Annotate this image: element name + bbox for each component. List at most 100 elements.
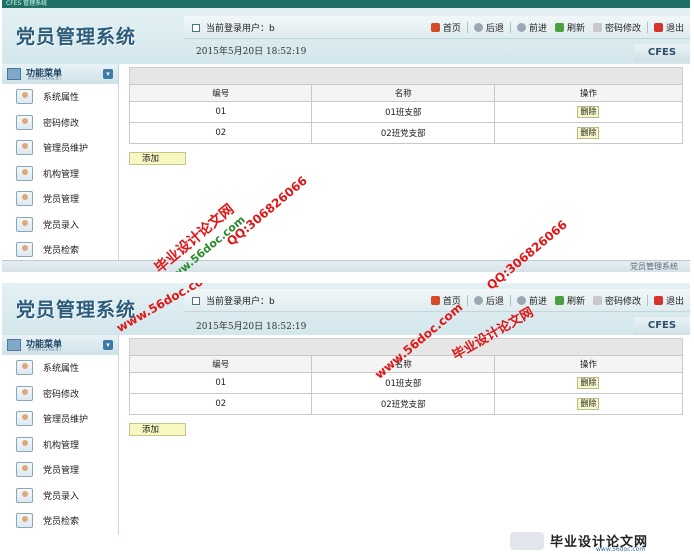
person-icon bbox=[16, 140, 33, 156]
sidebar-item-label: 党员录入 bbox=[43, 491, 80, 502]
forward-arrow-icon bbox=[516, 296, 526, 305]
person-icon bbox=[16, 513, 33, 529]
menu-header-sub: MANAGEMENT bbox=[28, 347, 62, 352]
sidebar-item-member-entry[interactable]: 党员录入 bbox=[2, 483, 118, 509]
cell-id: 01 bbox=[128, 101, 313, 123]
sidebar-item-member-search[interactable]: 党员检索 bbox=[2, 237, 118, 260]
forward-label: 前进 bbox=[528, 24, 547, 34]
cell-action: 删除 bbox=[493, 393, 684, 415]
delete-button[interactable]: 删除 bbox=[577, 127, 600, 139]
sidebar-item-system-properties[interactable]: 系统属性 bbox=[2, 84, 118, 110]
sidebar-item-orgs[interactable]: 机构管理 bbox=[2, 161, 118, 187]
sidebar-item-member-entry[interactable]: 党员录入 bbox=[2, 212, 118, 238]
home-label: 首页 bbox=[442, 24, 461, 34]
sidebar-item-password[interactable]: 密码修改 bbox=[2, 381, 118, 407]
sidebar-item-label: 党员管理 bbox=[43, 195, 80, 206]
sidebar-item-label: 党员管理 bbox=[43, 466, 80, 477]
sidebar-item-label: 密码修改 bbox=[43, 389, 80, 400]
logout-button[interactable]: 退出 bbox=[652, 293, 686, 308]
cell-id: 02 bbox=[128, 393, 313, 415]
footer-site-url: www.56doc.com bbox=[596, 546, 646, 553]
back-button[interactable]: 后退 bbox=[472, 293, 506, 308]
sidebar-menu: 功能菜单 MANAGEMENT ▾ 系统属性 密码修改 管理员维护 机构管理 党… bbox=[2, 335, 119, 535]
back-button[interactable]: 后退 bbox=[472, 20, 506, 35]
home-button[interactable]: 首页 bbox=[429, 20, 463, 35]
column-header-name: 名称 bbox=[311, 84, 495, 102]
sidebar-item-members[interactable]: 党员管理 bbox=[2, 457, 118, 483]
refresh-button[interactable]: 刷新 bbox=[553, 293, 587, 308]
branch-table: 编号 名称 操作 01 01班支部 删除 02 02班党支部 删除 bbox=[128, 84, 684, 144]
table-header-row: 编号 名称 操作 bbox=[128, 84, 684, 102]
sidebar-item-label: 密码修改 bbox=[43, 118, 80, 129]
home-label: 首页 bbox=[442, 297, 461, 307]
app-window-top: CFES 管理系统 党员管理系统 当前登录用户：b 首页 后退 前进 刷新 密码… bbox=[2, 0, 690, 272]
sidebar-item-admins[interactable]: 管理员维护 bbox=[2, 406, 118, 432]
sidebar-item-label: 管理员维护 bbox=[43, 415, 89, 426]
forward-button[interactable]: 前进 bbox=[515, 293, 549, 308]
refresh-icon bbox=[554, 23, 564, 32]
cell-name: 02班党支部 bbox=[311, 393, 495, 415]
toolbar: 首页 后退 前进 刷新 密码修改 退出 bbox=[429, 20, 686, 35]
key-icon bbox=[592, 23, 602, 32]
person-icon bbox=[16, 360, 33, 376]
column-header-name: 名称 bbox=[311, 355, 495, 373]
logout-label: 退出 bbox=[665, 24, 684, 34]
table-row: 02 02班党支部 删除 bbox=[128, 393, 684, 415]
main-content: 编号 名称 操作 01 01班支部 删除 02 02班党支部 删除 添加 bbox=[122, 335, 690, 535]
menu-header[interactable]: 功能菜单 MANAGEMENT ▾ bbox=[2, 335, 118, 355]
column-header-id: 编号 bbox=[128, 84, 313, 102]
delete-button[interactable]: 删除 bbox=[577, 106, 600, 118]
toolbar-separator bbox=[646, 22, 648, 33]
person-icon bbox=[16, 436, 33, 452]
system-title: 党员管理系统 bbox=[16, 26, 137, 48]
sidebar-item-label: 管理员维护 bbox=[43, 144, 89, 155]
column-header-action: 操作 bbox=[493, 355, 684, 373]
sidebar-item-orgs[interactable]: 机构管理 bbox=[2, 432, 118, 458]
person-icon bbox=[16, 191, 33, 207]
person-icon bbox=[16, 411, 33, 427]
password-label: 密码修改 bbox=[604, 24, 641, 34]
home-button[interactable]: 首页 bbox=[429, 293, 463, 308]
collapse-icon[interactable]: ▾ bbox=[103, 69, 113, 79]
password-button[interactable]: 密码修改 bbox=[591, 293, 643, 308]
person-icon bbox=[16, 165, 33, 181]
delete-button[interactable]: 删除 bbox=[577, 377, 600, 389]
window-title: CFES 管理系统 bbox=[6, 0, 48, 7]
forward-button[interactable]: 前进 bbox=[515, 20, 549, 35]
person-icon bbox=[16, 487, 33, 503]
menu-header[interactable]: 功能菜单 MANAGEMENT ▾ bbox=[2, 64, 118, 84]
menu-book-icon bbox=[7, 339, 21, 351]
brand-badge: CFES bbox=[634, 317, 690, 335]
delete-button[interactable]: 删除 bbox=[577, 398, 600, 410]
current-user: 当前登录用户：b bbox=[192, 294, 275, 307]
cell-id: 02 bbox=[128, 122, 313, 144]
forward-label: 前进 bbox=[528, 297, 547, 307]
person-icon bbox=[16, 242, 33, 258]
logout-button[interactable]: 退出 bbox=[652, 20, 686, 35]
logo-mark-icon bbox=[510, 532, 544, 550]
key-icon bbox=[592, 296, 602, 305]
add-button[interactable]: 添加 bbox=[129, 152, 186, 165]
collapse-icon[interactable]: ▾ bbox=[103, 340, 113, 350]
refresh-icon bbox=[554, 296, 564, 305]
password-button[interactable]: 密码修改 bbox=[591, 20, 643, 35]
sidebar-item-label: 机构管理 bbox=[43, 169, 80, 180]
user-box-icon bbox=[192, 296, 200, 305]
user-box-icon bbox=[192, 23, 200, 32]
sidebar-item-system-properties[interactable]: 系统属性 bbox=[2, 355, 118, 381]
window-titlebar: CFES 管理系统 bbox=[2, 0, 690, 8]
toolbar-separator bbox=[466, 22, 468, 33]
sidebar-item-label: 党员检索 bbox=[43, 246, 80, 257]
table-row: 02 02班党支部 删除 bbox=[128, 122, 684, 144]
app-window-bottom: 党员管理系统 当前登录用户：b 首页 后退 前进 刷新 密码修改 退出 2015… bbox=[2, 283, 690, 535]
add-button[interactable]: 添加 bbox=[129, 423, 186, 436]
logout-label: 退出 bbox=[665, 297, 684, 307]
cell-action: 删除 bbox=[493, 372, 684, 394]
refresh-button[interactable]: 刷新 bbox=[553, 20, 587, 35]
sidebar-item-member-search[interactable]: 党员检索 bbox=[2, 508, 118, 534]
sidebar-item-password[interactable]: 密码修改 bbox=[2, 110, 118, 136]
sidebar-item-members[interactable]: 党员管理 bbox=[2, 186, 118, 212]
person-icon bbox=[16, 216, 33, 232]
sidebar-item-admins[interactable]: 管理员维护 bbox=[2, 135, 118, 161]
cell-action: 删除 bbox=[493, 101, 684, 123]
